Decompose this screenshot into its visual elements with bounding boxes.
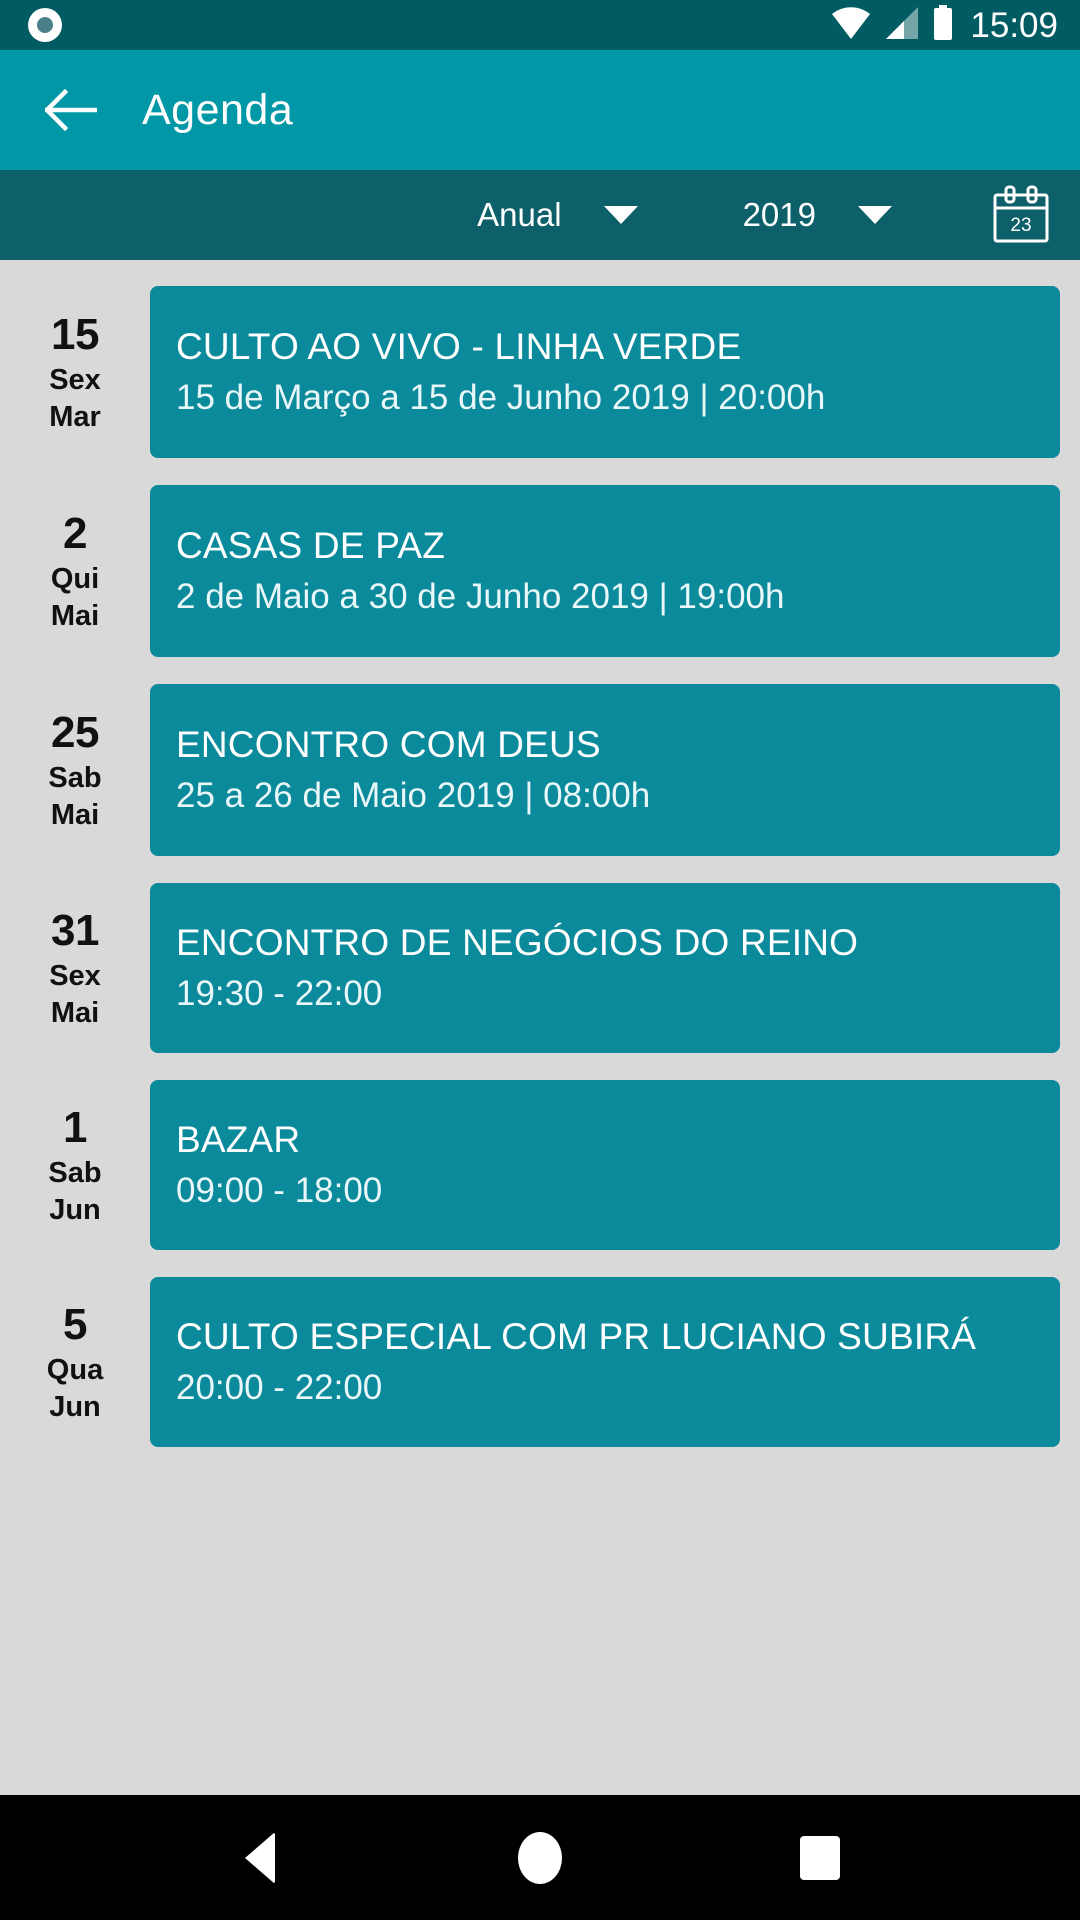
back-button[interactable] xyxy=(45,84,97,136)
android-nav-bar xyxy=(0,1795,1080,1920)
event-date: 25 Sab Mai xyxy=(0,707,150,832)
wifi-icon xyxy=(831,6,871,45)
event-card[interactable]: ENCONTRO DE NEGÓCIOS DO REINO 19:30 - 22… xyxy=(150,883,1060,1053)
nav-back-button[interactable] xyxy=(215,1813,305,1903)
event-date-month: Mai xyxy=(50,997,100,1030)
period-dropdown-value: Anual xyxy=(477,196,562,233)
list-item: 1 Sab Jun BAZAR 09:00 - 18:00 xyxy=(0,1080,1080,1250)
event-date-weekday: Qua xyxy=(46,1354,104,1387)
event-date-day: 15 xyxy=(51,310,99,360)
event-date-month: Jun xyxy=(49,1194,101,1227)
app-bar: Agenda xyxy=(0,50,1080,170)
event-date-weekday: Sab xyxy=(48,1157,102,1190)
event-title: CULTO ESPECIAL COM PR LUCIANO SUBIRÁ xyxy=(176,1315,977,1357)
year-dropdown-value: 2019 xyxy=(742,196,816,233)
event-date: 2 Qui Mai xyxy=(0,508,150,633)
status-bar-right: 15:09 xyxy=(831,4,1058,46)
calendar-picker-button[interactable]: 23 xyxy=(992,185,1050,245)
event-card[interactable]: CASAS DE PAZ 2 de Maio a 30 de Junho 201… xyxy=(150,485,1060,657)
event-date-day: 5 xyxy=(63,1300,87,1350)
event-title: CULTO AO VIVO - LINHA VERDE xyxy=(176,325,742,367)
event-date-day: 2 xyxy=(63,509,87,559)
event-date-day: 25 xyxy=(51,708,99,758)
event-date-weekday: Sex xyxy=(49,364,101,397)
event-title: CASAS DE PAZ xyxy=(176,524,446,566)
list-item: 25 Sab Mai ENCONTRO COM DEUS 25 a 26 de … xyxy=(0,684,1080,856)
event-title: ENCONTRO DE NEGÓCIOS DO REINO xyxy=(176,921,859,963)
record-circle-icon xyxy=(28,8,62,42)
event-subtitle: 09:00 - 18:00 xyxy=(176,1171,383,1211)
event-date: 5 Qua Jun xyxy=(0,1299,150,1424)
battery-full-icon xyxy=(933,4,953,46)
status-clock: 15:09 xyxy=(970,5,1058,45)
event-date: 31 Sex Mai xyxy=(0,905,150,1030)
arrow-left-icon xyxy=(45,89,97,131)
event-date-day: 31 xyxy=(51,906,99,956)
nav-home-button[interactable] xyxy=(495,1813,585,1903)
chevron-down-icon xyxy=(603,206,638,224)
page-title: Agenda xyxy=(142,85,294,134)
event-date-day: 1 xyxy=(63,1103,87,1153)
square-recents-icon xyxy=(800,1835,840,1880)
agenda-list: 15 Sex Mar CULTO AO VIVO - LINHA VERDE 1… xyxy=(0,260,1080,1795)
event-date-month: Mar xyxy=(49,401,101,434)
list-item: 5 Qua Jun CULTO ESPECIAL COM PR LUCIANO … xyxy=(0,1277,1080,1447)
chevron-down-icon xyxy=(858,206,892,224)
triangle-back-icon xyxy=(245,1831,275,1884)
filter-bar: Anual 2019 23 xyxy=(0,170,1080,260)
list-item: 15 Sex Mar CULTO AO VIVO - LINHA VERDE 1… xyxy=(0,286,1080,458)
status-bar-left xyxy=(28,8,62,42)
event-date-weekday: Sab xyxy=(48,762,102,795)
event-title: ENCONTRO COM DEUS xyxy=(176,723,601,765)
event-card[interactable]: CULTO AO VIVO - LINHA VERDE 15 de Março … xyxy=(150,286,1060,458)
calendar-icon-day: 23 xyxy=(1010,215,1032,236)
event-subtitle: 20:00 - 22:00 xyxy=(176,1368,383,1408)
event-date-month: Jun xyxy=(49,1391,101,1424)
event-card[interactable]: BAZAR 09:00 - 18:00 xyxy=(150,1080,1060,1250)
event-date: 1 Sab Jun xyxy=(0,1102,150,1227)
event-subtitle: 15 de Março a 15 de Junho 2019 | 20:00h xyxy=(176,378,826,418)
year-dropdown[interactable]: 2019 xyxy=(743,196,892,234)
cell-signal-icon xyxy=(884,6,920,45)
event-subtitle: 19:30 - 22:00 xyxy=(176,974,383,1014)
event-subtitle: 2 de Maio a 30 de Junho 2019 | 19:00h xyxy=(176,577,785,617)
phone-screen: 15:09 Agenda Anual 2019 23 15 Sex Mar CU… xyxy=(0,0,1080,1920)
list-item: 31 Sex Mai ENCONTRO DE NEGÓCIOS DO REINO… xyxy=(0,883,1080,1053)
event-date-month: Mai xyxy=(50,600,100,633)
event-subtitle: 25 a 26 de Maio 2019 | 08:00h xyxy=(176,776,651,816)
event-date-weekday: Qui xyxy=(50,563,100,596)
period-dropdown[interactable]: Anual xyxy=(477,196,638,234)
list-item: 2 Qui Mai CASAS DE PAZ 2 de Maio a 30 de… xyxy=(0,485,1080,657)
event-title: BAZAR xyxy=(176,1118,301,1160)
event-date-month: Mai xyxy=(50,799,100,832)
event-card[interactable]: ENCONTRO COM DEUS 25 a 26 de Maio 2019 |… xyxy=(150,684,1060,856)
circle-home-icon xyxy=(518,1831,562,1884)
event-card[interactable]: CULTO ESPECIAL COM PR LUCIANO SUBIRÁ 20:… xyxy=(150,1277,1060,1447)
nav-recents-button[interactable] xyxy=(775,1813,865,1903)
status-bar: 15:09 xyxy=(0,0,1080,50)
event-date-weekday: Sex xyxy=(49,960,101,993)
event-date: 15 Sex Mar xyxy=(0,309,150,434)
